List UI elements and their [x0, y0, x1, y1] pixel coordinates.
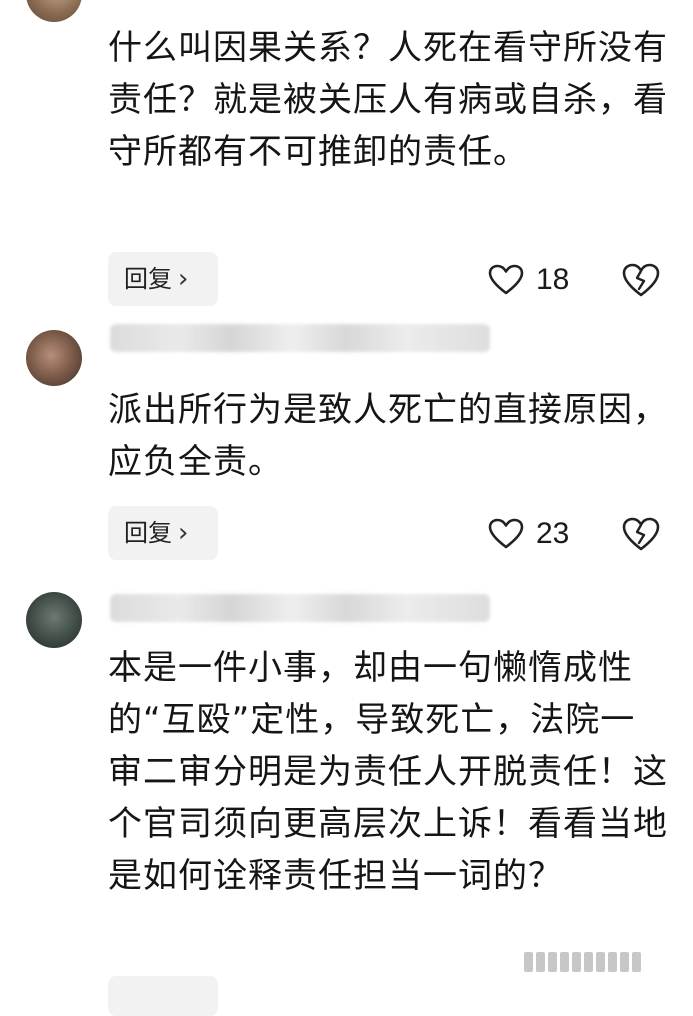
- username-redacted: [110, 594, 490, 622]
- avatar[interactable]: [26, 592, 82, 648]
- comment-text: 派出所行为是致人死亡的直接原因，应负全责。: [108, 390, 668, 482]
- username-redacted: [110, 324, 490, 352]
- avatar[interactable]: [26, 330, 82, 386]
- chevron-right-icon: ›: [178, 264, 189, 294]
- reply-label: 回复: [124, 265, 172, 293]
- reply-button[interactable]: 回复 ›: [108, 252, 218, 306]
- reply-button[interactable]: [108, 976, 218, 1016]
- comment-item: 什么叫因果关系？人死在看守所没有责任？就是被关压人有病或自杀，看守所都有不可推卸…: [0, 0, 693, 320]
- heart-outline-icon: [488, 518, 524, 549]
- reply-button[interactable]: 回复 ›: [108, 506, 218, 560]
- like-button[interactable]: 23: [488, 514, 569, 554]
- like-count: 18: [536, 263, 570, 296]
- avatar[interactable]: [26, 0, 82, 22]
- comment-text: 什么叫因果关系？人死在看守所没有责任？就是被关压人有病或自杀，看守所都有不可推卸…: [108, 28, 668, 172]
- watermark: [524, 948, 674, 976]
- broken-heart-icon[interactable]: [622, 516, 660, 552]
- reply-label: 回复: [124, 519, 172, 547]
- broken-heart-icon[interactable]: [622, 262, 660, 298]
- chevron-right-icon: ›: [178, 518, 189, 548]
- like-count: 23: [536, 517, 570, 550]
- heart-outline-icon: [488, 264, 524, 295]
- comment-text: 本是一件小事，却由一句懒惰成性的“互殴”定性，导致死亡，法院一审二审分明是为责任…: [108, 648, 668, 896]
- like-button[interactable]: 18: [488, 260, 569, 300]
